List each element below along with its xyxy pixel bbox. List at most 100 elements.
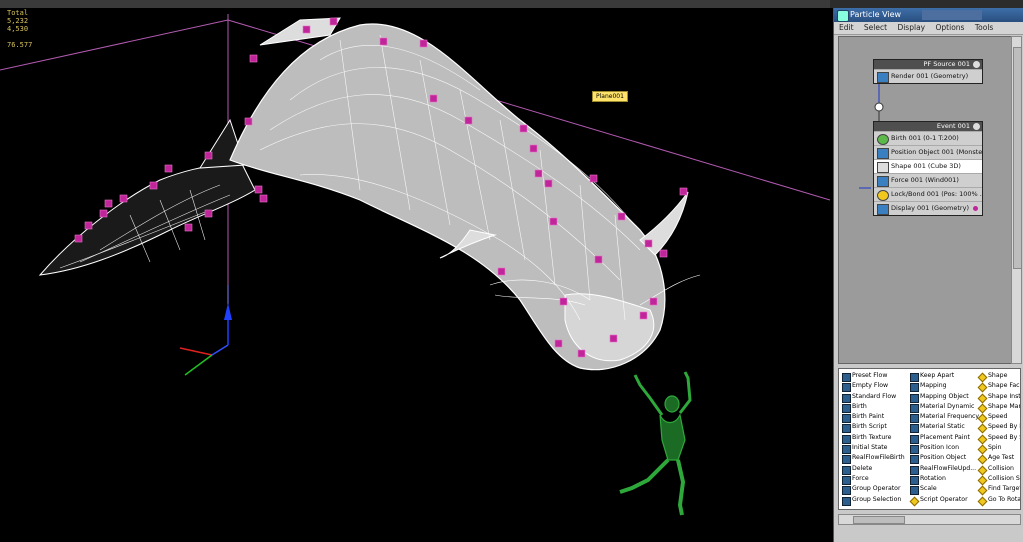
pf-source-node[interactable]: PF Source 001 Render 001 (Geometry) [873,59,983,84]
gear-icon[interactable] [973,61,980,68]
depot-item[interactable]: Birth [842,402,905,413]
titlebar-tab [922,10,982,20]
depot-item[interactable]: RealFlowFileUpd... [910,464,979,475]
depot-item-label: Mapping [920,382,947,390]
depot-item-label: Force [852,474,869,482]
gear-icon[interactable] [973,123,980,130]
pf-source-title: PF Source 001 [923,60,970,68]
depot-item-label: Birth [852,402,867,410]
graph-vertical-scrollbar[interactable] [1011,36,1022,364]
depot-item-label: Group Selection [852,495,902,503]
depot-item[interactable]: Age Test [977,453,1020,465]
depot-item[interactable]: Birth Script [842,422,905,434]
scroll-thumb[interactable] [853,516,905,524]
depot-item-label: Shape Mark [988,402,1021,410]
depot-item[interactable]: Speed By Surface [977,433,1020,445]
depot-item[interactable]: Placement Paint [910,433,979,444]
depot-item[interactable]: Speed [977,412,1020,424]
plane-object-label[interactable]: Plane001 [592,91,628,102]
scene-canvas[interactable] [0,0,830,542]
depot-item-label: Spin [988,444,1002,452]
depot-item[interactable]: Group Operator [842,484,905,496]
test-icon [909,496,920,507]
axis-gizmo [179,303,232,376]
particle-view-titlebar[interactable]: Particle View [834,8,1023,22]
depot-item[interactable]: Force [842,474,905,485]
depot-item[interactable]: Scale [910,484,979,496]
depot-item[interactable]: Material Static [910,422,979,434]
depot-item[interactable]: Shape Facing [977,381,1020,393]
depot-item-label: Speed By Surface [988,433,1020,441]
particle-view-window[interactable]: Particle View Edit Select Display Option… [833,8,1023,542]
depot-item[interactable]: Birth Texture [842,433,905,444]
depot-item[interactable]: Group Selection [842,495,905,506]
depot-item-label: Material Frequency [920,413,980,421]
depot-item[interactable]: Initial State [842,443,905,455]
scroll-thumb[interactable] [1013,47,1022,269]
operator-lock-bond[interactable]: Lock/Bond 001 (Pos: 100% ... [874,187,982,201]
monster-mesh[interactable] [38,17,701,371]
depot-item[interactable]: Shape [977,371,1020,383]
operator-label: Render 001 (Geometry) [891,72,969,80]
depot-item[interactable]: Mapping [910,381,979,393]
menu-select[interactable]: Select [864,23,887,32]
depot-item-label: Shape Instance [988,392,1021,400]
depot-item[interactable]: Script Operator [909,495,979,507]
event-header[interactable]: Event 001 [874,122,982,131]
operator-shape[interactable]: Shape 001 (Cube 3D) [874,159,982,173]
depot-item-label: Delete [852,464,873,472]
menu-edit[interactable]: Edit [839,23,854,32]
depot-horizontal-scrollbar[interactable] [838,514,1021,525]
depot-item[interactable]: RealFlowFileBirth [842,453,905,465]
shape-icon [877,162,889,173]
stats-line: 76.577 [7,41,33,49]
depot-item[interactable]: Material Dynamic [910,402,979,413]
menu-options[interactable]: Options [936,23,965,32]
depot-item[interactable]: Material Frequency [910,412,980,424]
operator-depot[interactable]: Preset Flow Empty Flow Standard Flow Birth B… [838,368,1021,510]
menu-tools[interactable]: Tools [975,23,993,32]
depot-item-label: Position Object [920,454,967,462]
particle-view-icon [837,10,849,22]
operator-birth[interactable]: Birth 001 (0-1 T:200) [874,131,982,145]
menu-display[interactable]: Display [897,23,925,32]
operator-label: Lock/Bond 001 (Pos: 100% ... [891,190,982,198]
depot-item[interactable]: Go To Rotation [977,495,1020,507]
depot-item[interactable]: Collision Spawn [977,474,1020,486]
position-object-icon [877,148,889,159]
3d-viewport[interactable]: Total 5,232 4,530 76.577 Plane001 [0,0,830,542]
operator-position-object[interactable]: Position Object 001 (Monste... [874,145,982,159]
depot-item[interactable]: Spin [977,443,1020,455]
depot-item[interactable]: Empty Flow [842,381,905,393]
depot-item[interactable]: Position Object [910,453,979,465]
depot-item[interactable]: Position Icon [910,443,979,455]
operator-force[interactable]: Force 001 (Wind001) [874,173,982,187]
depot-item[interactable]: Preset Flow [842,371,905,382]
depot-item[interactable]: Speed By Icon [977,422,1020,434]
depot-item[interactable]: Shape Instance [977,392,1021,404]
depot-item-label: Shape Facing [988,382,1020,390]
operator-render[interactable]: Render 001 (Geometry) [874,69,982,83]
depot-item[interactable]: Standard Flow [842,392,905,403]
depot-item[interactable]: Birth Paint [842,412,905,424]
depot-item-label: Birth Script [852,423,887,431]
depot-item-label: Preset Flow [852,372,888,379]
operator-display[interactable]: Display 001 (Geometry) [874,201,982,215]
event-title: Event 001 [936,122,970,130]
pf-source-header[interactable]: PF Source 001 [874,60,982,69]
depot-item-label: Find Target [988,485,1021,493]
depot-item[interactable]: Shape Mark [977,402,1021,414]
depot-item[interactable]: Collision [977,464,1020,476]
depot-item[interactable]: Delete [842,464,905,475]
depot-item-label: Age Test [988,454,1015,462]
force-icon [877,176,889,187]
stats-line [7,33,32,41]
depot-item[interactable]: Mapping Object [910,392,979,403]
depot-item[interactable]: Find Target [977,484,1021,496]
particle-flow-graph[interactable]: PF Source 001 Render 001 (Geometry) Even… [838,36,1012,364]
depot-item[interactable]: Keep Apart [910,371,979,382]
viewport-statistics: Total 5,232 4,530 76.577 [7,9,32,49]
event-node[interactable]: Event 001 Birth 001 (0-1 T:200) Position… [873,121,983,216]
green-biped-figure[interactable] [619,371,692,516]
depot-item[interactable]: Rotation [910,474,979,485]
